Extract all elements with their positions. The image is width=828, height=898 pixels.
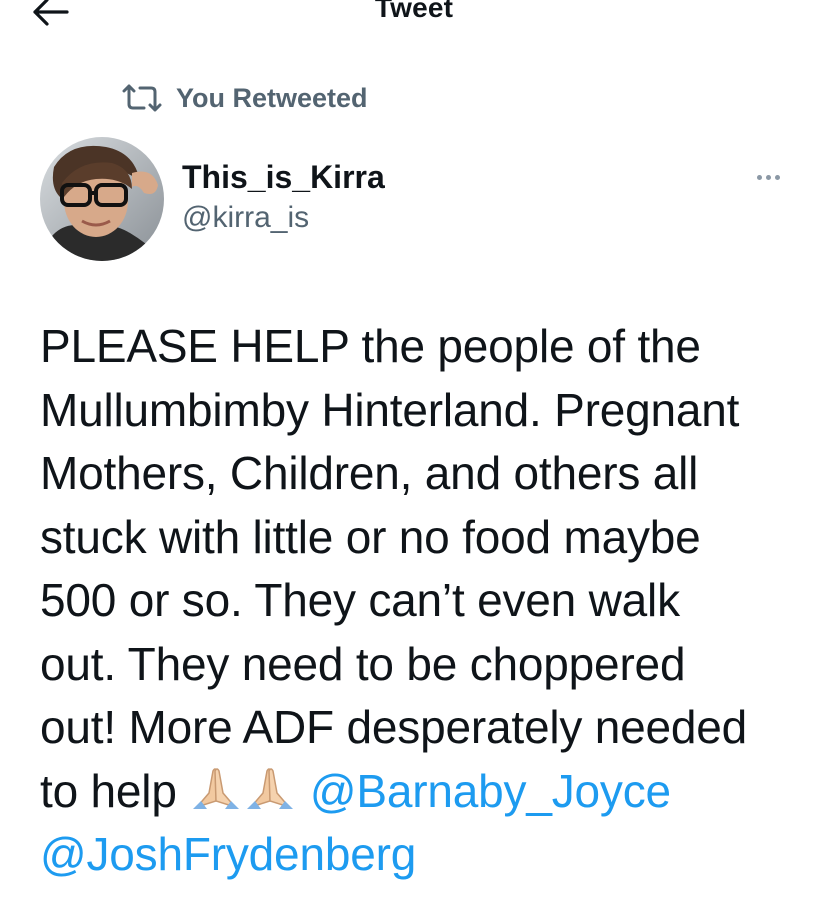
more-horizontal-icon xyxy=(756,174,762,180)
tweet-line: 500 or so. They can’t even walk xyxy=(40,574,680,626)
folded-hands-emoji xyxy=(245,767,295,811)
retweet-label: You Retweeted xyxy=(176,82,368,113)
retweet-icon xyxy=(120,83,164,113)
tweet-line-mention: @JoshFrydenberg xyxy=(40,823,810,887)
avatar[interactable] xyxy=(40,137,164,261)
author-handle[interactable]: @kirra_is xyxy=(182,198,385,238)
tweet-line: out. They need to be choppered xyxy=(40,637,686,690)
tweet-line: Mothers, Children, and others all xyxy=(40,447,699,499)
mention-link[interactable]: @JoshFrydenberg xyxy=(40,828,416,880)
tweet-line: stuck with little or no food maybe xyxy=(40,510,701,563)
more-dot xyxy=(765,174,771,180)
tweet-line: out! More ADF desperately needed xyxy=(40,701,748,753)
tweet-line-prefix: to help xyxy=(40,764,177,817)
author-info: This_is_Kirra @kirra_is xyxy=(182,158,385,238)
author-display-name[interactable]: This_is_Kirra xyxy=(182,158,385,196)
tweet-text: PLEASE HELP the people of the Mullumbimb… xyxy=(40,315,810,887)
mention-link[interactable]: @Barnaby_Joyce xyxy=(310,765,671,817)
top-bar: Tweet xyxy=(0,0,828,40)
tweet-line-last: to help @Barnaby_Joyce xyxy=(40,760,810,824)
page-title: Tweet xyxy=(374,0,454,23)
tweet-line: Mullumbimby Hinterland. Pregnant xyxy=(40,383,740,436)
more-options-button[interactable] xyxy=(748,164,788,190)
folded-hands-emoji xyxy=(191,767,241,811)
retweet-context: You Retweeted xyxy=(120,80,368,116)
tweet-detail-screen: Tweet You Retweeted This_is_Kirra @kirra… xyxy=(0,0,828,898)
tweet-line: PLEASE HELP the people of the xyxy=(40,320,701,372)
more-dot xyxy=(774,174,780,180)
